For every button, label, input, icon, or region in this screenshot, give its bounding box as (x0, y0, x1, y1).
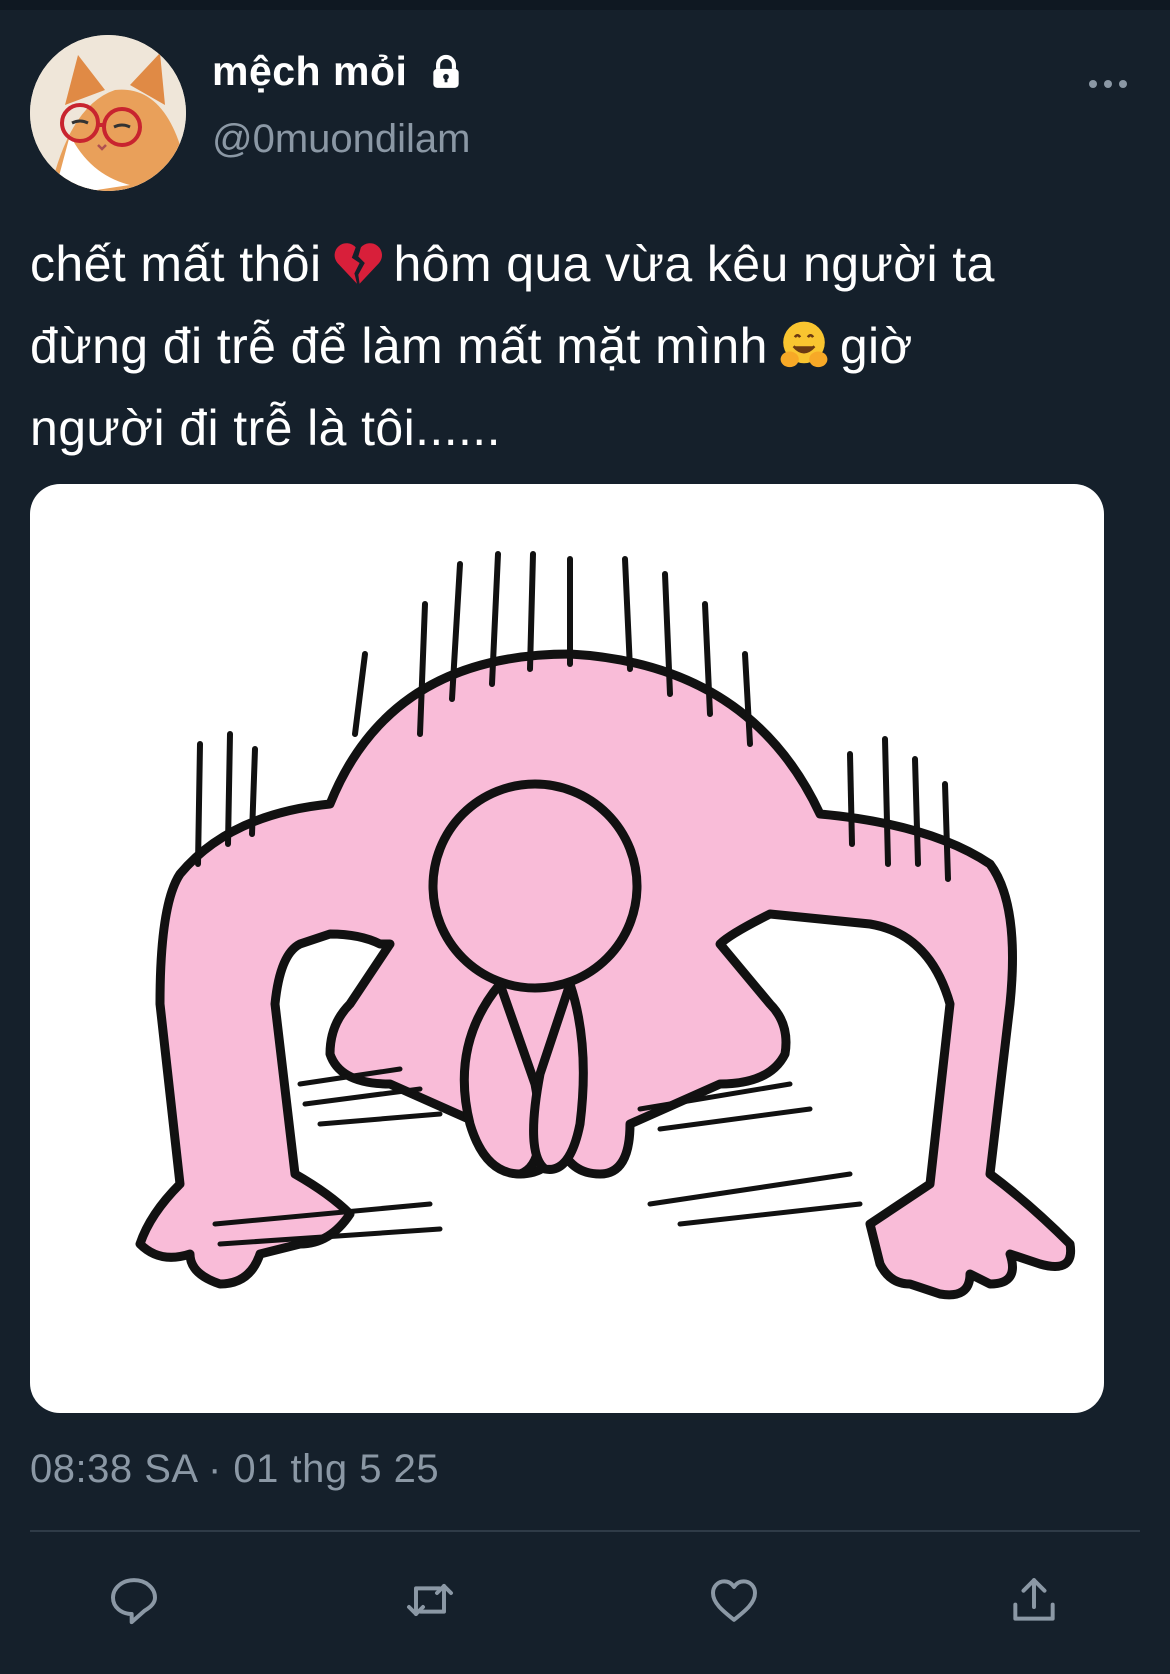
actions-divider (30, 1530, 1140, 1532)
tweet-timestamp[interactable]: 08:38 SA · 01 thg 5 25 (30, 1447, 439, 1492)
author-row: mệch mỏi (212, 48, 465, 95)
tweet-text: chết mất thôi hôm qua vừa kêu người ta đ… (30, 223, 1150, 469)
broken-heart-icon (335, 243, 383, 284)
share-icon[interactable] (1006, 1572, 1062, 1628)
tweet-text-segment: chết mất thôi (30, 236, 322, 292)
reply-icon[interactable] (106, 1572, 162, 1628)
author-name[interactable]: mệch mỏi (212, 48, 407, 95)
tweet-text-segment: giờ (839, 318, 913, 374)
retweet-icon[interactable] (402, 1572, 458, 1628)
tweet-text-line: đừng đi trễ để làm mất mặt mình giờ (30, 305, 1150, 387)
tweet-text-segment: người đi trễ là tôi...... (30, 400, 501, 456)
heart-icon[interactable] (706, 1572, 762, 1628)
avatar[interactable] (30, 35, 186, 191)
author-handle[interactable]: @0muondilam (212, 117, 471, 162)
more-horizontal-icon[interactable] (1085, 70, 1131, 98)
tweet-image[interactable] (30, 484, 1104, 1413)
tweet-text-line: người đi trễ là tôi...... (30, 387, 1150, 469)
hugging-face-icon (780, 321, 828, 367)
tweet-text-line: chết mất thôi hôm qua vừa kêu người ta (30, 223, 1150, 305)
tweet-text-segment: hôm qua vừa kêu người ta (393, 236, 995, 292)
pink-character-illustration (135, 551, 1076, 1300)
lock-icon (433, 54, 460, 88)
cat-avatar-image (30, 35, 186, 191)
tweet-text-segment: đừng đi trễ để làm mất mặt mình (30, 318, 768, 374)
top-divider (0, 0, 1170, 10)
